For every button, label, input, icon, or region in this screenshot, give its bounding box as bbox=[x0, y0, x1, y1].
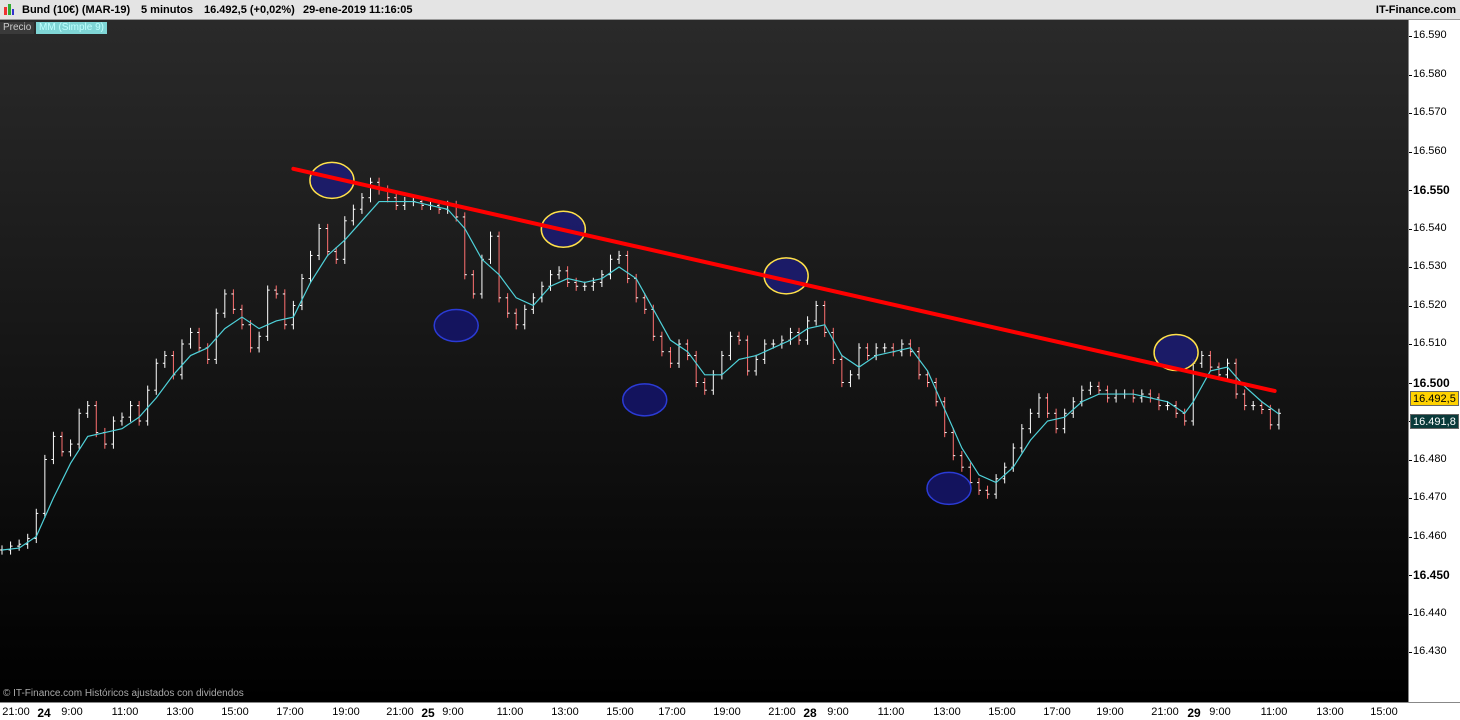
time-label: 13:00 bbox=[1316, 706, 1344, 718]
price-tick-label: 16.500 bbox=[1413, 375, 1450, 390]
time-label: 21:00 bbox=[386, 706, 414, 718]
price-tick-mark bbox=[1409, 74, 1412, 76]
price-tick-mark bbox=[1409, 113, 1412, 114]
swing-low-marker bbox=[926, 471, 972, 506]
time-label: 13:00 bbox=[166, 706, 194, 718]
price-tick-mark bbox=[1409, 613, 1412, 615]
resistance-trendline bbox=[291, 166, 1277, 393]
moving-average-tag: 16.491,8 bbox=[1410, 414, 1459, 429]
time-label: 13:00 bbox=[933, 706, 961, 718]
price-tick-mark bbox=[1409, 382, 1412, 384]
price-tick-mark bbox=[1409, 151, 1412, 153]
chart-header: Bund (10€) (MAR-19) 5 minutos 16.492,5 (… bbox=[0, 0, 1460, 20]
time-label: 19:00 bbox=[1096, 706, 1124, 718]
time-label: 19:00 bbox=[332, 706, 360, 718]
swing-low-marker bbox=[433, 308, 479, 343]
price-tick-label: 16.510 bbox=[1413, 337, 1447, 349]
price-tick-label: 16.480 bbox=[1413, 452, 1447, 465]
time-label: 9:00 bbox=[61, 706, 83, 718]
price-tick-label: 16.470 bbox=[1413, 491, 1447, 503]
price-axis[interactable]: 16.590 16.580 16.570 16.560 16.550 16.540 16.5… bbox=[1408, 20, 1460, 702]
timeframe-label: 5 minutos bbox=[141, 4, 193, 16]
chart-window: Bund (10€) (MAR-19) 5 minutos 16.492,5 (… bbox=[0, 0, 1460, 720]
price-tick-label: 16.440 bbox=[1413, 606, 1447, 619]
time-label: 17:00 bbox=[276, 706, 304, 718]
price-tick-mark bbox=[1409, 498, 1412, 499]
time-label: 15:00 bbox=[606, 706, 634, 718]
time-label: 9:00 bbox=[442, 706, 464, 718]
time-label: 15:00 bbox=[221, 706, 249, 718]
price-tick-label: 16.590 bbox=[1413, 29, 1447, 41]
time-label: 21:00 bbox=[1151, 706, 1179, 718]
price-tick-mark bbox=[1409, 536, 1412, 538]
time-label: 21:00 bbox=[768, 706, 796, 718]
legend-price[interactable]: Precio bbox=[0, 22, 35, 34]
time-label: 19:00 bbox=[713, 706, 741, 718]
price-tick-label: 16.430 bbox=[1413, 645, 1447, 657]
time-label: 9:00 bbox=[827, 706, 849, 718]
time-label: 17:00 bbox=[1043, 706, 1071, 718]
price-tick-label: 16.580 bbox=[1413, 67, 1447, 80]
price-tick-label: 16.570 bbox=[1413, 106, 1447, 118]
time-label: 15:00 bbox=[1370, 706, 1398, 718]
price-tick-label: 16.450 bbox=[1413, 568, 1450, 582]
price-tick-mark bbox=[1409, 459, 1412, 461]
price-tick-label: 16.550 bbox=[1413, 183, 1450, 197]
time-label: 9:00 bbox=[1209, 706, 1231, 718]
price-tick-mark bbox=[1409, 652, 1412, 653]
time-axis[interactable]: 21:00 24 9:00 11:00 13:00 15:00 17:00 19:00 21:0… bbox=[0, 702, 1460, 720]
time-label: 11:00 bbox=[1260, 706, 1288, 718]
price-tick-mark bbox=[1409, 344, 1412, 345]
date-label: 25 bbox=[421, 706, 435, 720]
price-tick-mark bbox=[1409, 36, 1412, 37]
quote-datetime: 29-ene-2019 11:16:05 bbox=[303, 4, 413, 16]
price-tick-mark bbox=[1409, 575, 1412, 576]
price-tick-mark bbox=[1409, 228, 1412, 230]
price-tick-mark bbox=[1409, 305, 1412, 307]
instrument-title: Bund (10€) (MAR-19) bbox=[22, 4, 131, 16]
price-tick-mark bbox=[1409, 267, 1412, 268]
time-label: 13:00 bbox=[551, 706, 579, 718]
swing-low-marker bbox=[622, 383, 668, 417]
price-tick-label: 16.520 bbox=[1413, 298, 1447, 311]
date-label: 29 bbox=[1187, 706, 1201, 720]
brand-label: IT-Finance.com bbox=[1375, 4, 1456, 16]
moving-average-line bbox=[1, 200, 1280, 551]
price-tick-label: 16.530 bbox=[1413, 260, 1447, 272]
time-label: 15:00 bbox=[988, 706, 1016, 718]
price-plot bbox=[0, 161, 1281, 555]
legend-moving-average[interactable]: MM (Simple 9) bbox=[36, 22, 108, 34]
copyright-note: © IT-Finance.com Históricos ajustados co… bbox=[3, 688, 244, 699]
app-icon bbox=[3, 3, 15, 16]
time-label: 17:00 bbox=[658, 706, 686, 718]
price-tick-label: 16.540 bbox=[1413, 221, 1447, 234]
plot-area[interactable] bbox=[0, 20, 1408, 702]
price-tick-label: 16.560 bbox=[1413, 144, 1447, 157]
date-label: 28 bbox=[803, 706, 817, 720]
date-label: 24 bbox=[37, 706, 51, 720]
time-label: 21:00 bbox=[2, 706, 30, 718]
last-price-tag: 16.492,5 bbox=[1410, 391, 1459, 406]
last-quote: 16.492,5 (+0,02%) bbox=[204, 4, 295, 16]
time-label: 11:00 bbox=[111, 706, 139, 718]
price-tick-label: 16.460 bbox=[1413, 529, 1447, 542]
time-label: 11:00 bbox=[877, 706, 905, 718]
price-tick-mark bbox=[1409, 190, 1412, 191]
time-label: 11:00 bbox=[496, 706, 524, 718]
